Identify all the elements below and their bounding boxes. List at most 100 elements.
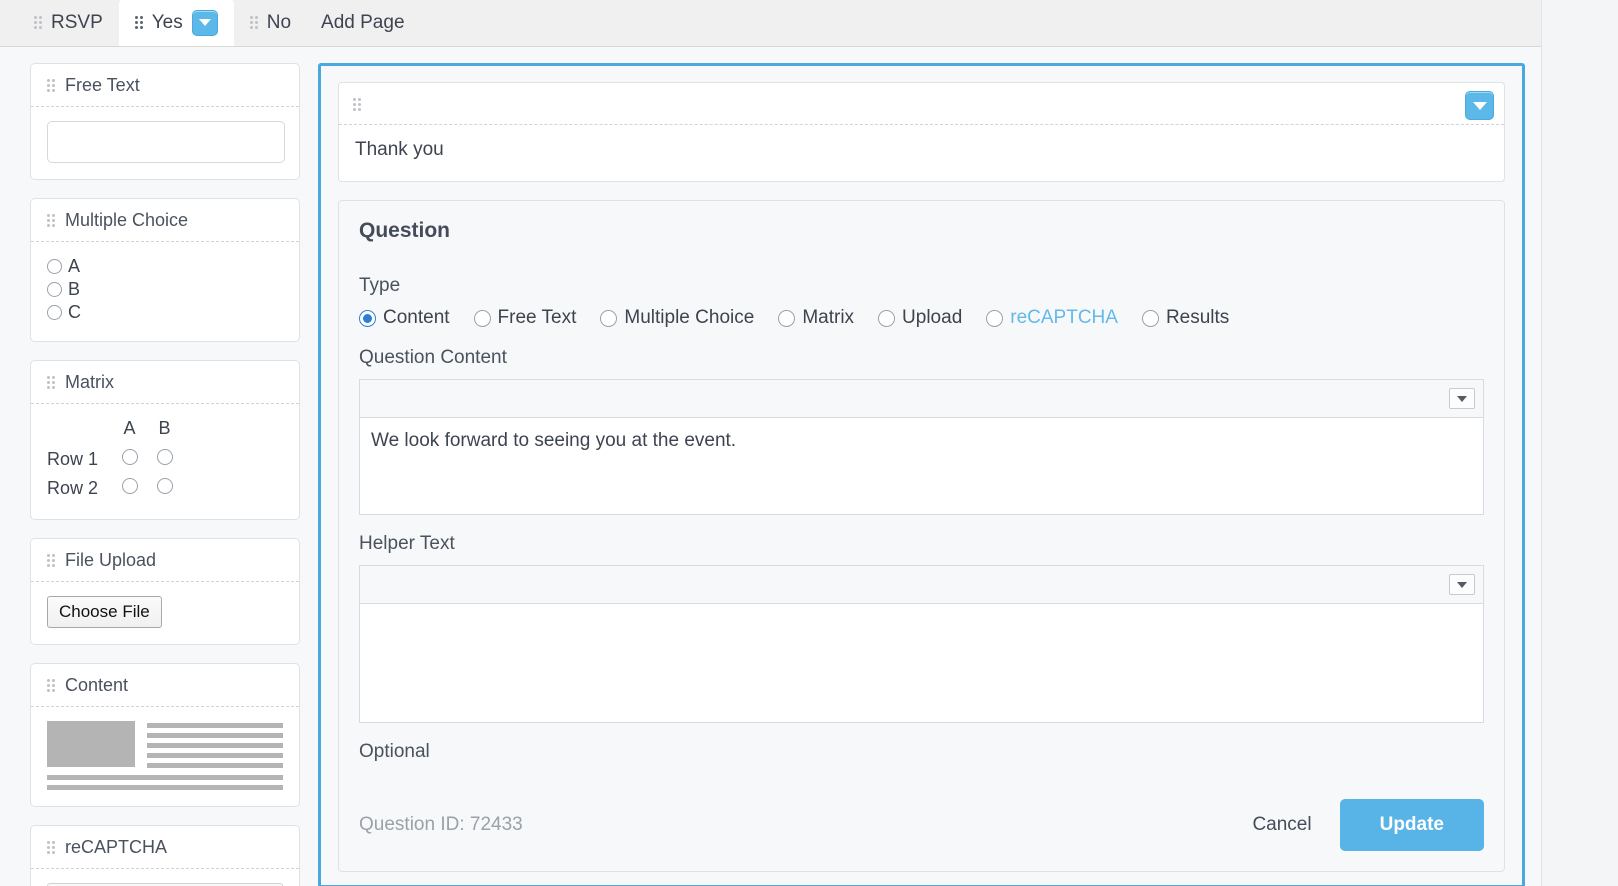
type-option-label: reCAPTCHA <box>1010 307 1118 328</box>
palette-card-header: Matrix <box>31 361 299 404</box>
caret-down-icon[interactable] <box>1449 574 1475 595</box>
palette-card-header: File Upload <box>31 539 299 582</box>
cancel-button[interactable]: Cancel <box>1246 804 1317 846</box>
palette-card-body <box>31 107 299 179</box>
choice-label: B <box>68 279 81 299</box>
palette-card-header: Multiple Choice <box>31 199 299 242</box>
radio-icon <box>47 282 62 297</box>
matrix-header-row: A B <box>47 418 182 445</box>
helper-text-label: Helper Text <box>359 533 455 554</box>
editor-toolbar <box>360 566 1483 604</box>
palette-card-free-text[interactable]: Free Text <box>30 63 300 180</box>
choice-option: C <box>47 302 283 323</box>
radio-icon[interactable] <box>778 309 796 327</box>
question-content-value[interactable]: We look forward to seeing you at the eve… <box>360 418 1483 514</box>
type-option-label: Free Text <box>497 307 577 328</box>
type-option-results[interactable]: Results <box>1141 307 1230 329</box>
radio-icon[interactable] <box>986 309 1004 327</box>
drag-handle-icon[interactable] <box>249 16 258 29</box>
choice-label: A <box>68 256 81 276</box>
caret-down-icon[interactable] <box>191 9 218 36</box>
question-content-editor[interactable]: We look forward to seeing you at the eve… <box>359 379 1484 515</box>
radio-icon <box>47 305 62 320</box>
palette-card-content[interactable]: Content <box>30 663 300 807</box>
radio-icon <box>121 478 138 494</box>
tab-yes[interactable]: Yes <box>118 0 234 46</box>
drag-handle-icon[interactable] <box>47 79 55 92</box>
tab-no[interactable]: No <box>234 0 307 46</box>
palette-card-body: A B C <box>31 242 299 341</box>
add-page-button[interactable]: Add Page <box>307 0 418 46</box>
drag-handle-icon[interactable] <box>47 554 55 567</box>
tab-label: RSVP <box>51 12 103 33</box>
question-preview-header <box>339 83 1504 125</box>
type-option-label: Content <box>383 307 450 328</box>
radio-icon[interactable] <box>1141 309 1159 327</box>
drag-handle-icon[interactable] <box>134 16 143 29</box>
tab-rsvp[interactable]: RSVP <box>18 0 119 46</box>
type-option-recaptcha[interactable]: reCAPTCHA <box>986 307 1118 329</box>
type-option-upload[interactable]: Upload <box>878 307 962 329</box>
choose-file-button[interactable]: Choose File <box>47 596 162 628</box>
drag-handle-icon[interactable] <box>47 841 55 854</box>
palette-card-body: Choose File <box>31 582 299 644</box>
palette-card-header: Free Text <box>31 64 299 107</box>
type-option-free-text[interactable]: Free Text <box>473 307 577 329</box>
caret-down-icon[interactable] <box>1449 388 1475 409</box>
drag-handle-icon[interactable] <box>47 376 55 389</box>
optional-label: Optional <box>359 741 430 762</box>
question-id-label: Question ID: 72433 <box>359 814 523 835</box>
palette-card-body: I'm not a robot <box>31 869 299 886</box>
radio-icon[interactable] <box>359 309 376 327</box>
helper-text-editor[interactable] <box>359 565 1484 723</box>
palette-card-file-upload[interactable]: File Upload Choose File <box>30 538 300 645</box>
footer-actions: Cancel Update <box>1246 799 1484 851</box>
matrix-corner <box>47 418 112 445</box>
drag-handle-icon[interactable] <box>47 214 55 227</box>
question-edit-card: Question Type Content Free Text Multiple… <box>338 200 1505 872</box>
radio-icon[interactable] <box>600 309 618 327</box>
question-type-radio-group: Content Free Text Multiple Choice Matrix… <box>359 307 1484 329</box>
content-placeholder-graphic <box>47 721 283 790</box>
type-option-label: Results <box>1165 307 1230 328</box>
matrix-col-header: B <box>158 418 171 438</box>
palette-card-multiple-choice[interactable]: Multiple Choice A B C <box>30 198 300 342</box>
matrix-cell <box>112 474 147 503</box>
tab-label: Yes <box>151 12 183 33</box>
helper-text-value[interactable] <box>360 604 1483 722</box>
radio-icon[interactable] <box>473 309 491 327</box>
palette-card-matrix[interactable]: Matrix A B Row 1 Row 2 <box>30 360 300 520</box>
choice-option: B <box>47 279 283 300</box>
radio-icon[interactable] <box>878 309 896 327</box>
matrix-cell <box>147 445 182 474</box>
palette-card-header: reCAPTCHA <box>31 826 299 869</box>
palette-card-title: Free Text <box>65 75 140 95</box>
drag-handle-icon[interactable] <box>353 98 361 111</box>
type-option-multiple-choice[interactable]: Multiple Choice <box>600 307 754 329</box>
choice-option: A <box>47 256 283 277</box>
radio-icon <box>121 449 138 465</box>
palette-card-title: Content <box>65 675 129 695</box>
selected-question-panel: Thank you Question Type Content Free Tex… <box>318 63 1525 886</box>
matrix-row-label: Row 1 <box>47 449 99 469</box>
palette-card-header: Content <box>31 664 299 707</box>
matrix-cell <box>112 445 147 474</box>
radio-icon <box>156 478 173 494</box>
drag-handle-icon[interactable] <box>34 16 42 29</box>
matrix-row: Row 2 <box>47 474 182 503</box>
radio-icon <box>47 259 62 274</box>
caret-down-icon[interactable] <box>1465 91 1494 120</box>
palette-card-recaptcha[interactable]: reCAPTCHA I'm not a robot <box>30 825 300 886</box>
editor-toolbar <box>360 380 1483 418</box>
choice-label: C <box>68 302 81 322</box>
free-text-input-preview <box>47 121 285 163</box>
matrix-col-header: A <box>123 418 136 438</box>
matrix-row: Row 1 <box>47 445 182 474</box>
type-option-matrix[interactable]: Matrix <box>778 307 854 329</box>
type-option-label: Matrix <box>802 307 855 328</box>
question-preview-card[interactable]: Thank you <box>338 82 1505 182</box>
drag-handle-icon[interactable] <box>47 679 55 692</box>
matrix-row-label: Row 2 <box>47 478 99 498</box>
update-button[interactable]: Update <box>1339 799 1484 851</box>
type-option-content[interactable]: Content <box>359 307 450 329</box>
